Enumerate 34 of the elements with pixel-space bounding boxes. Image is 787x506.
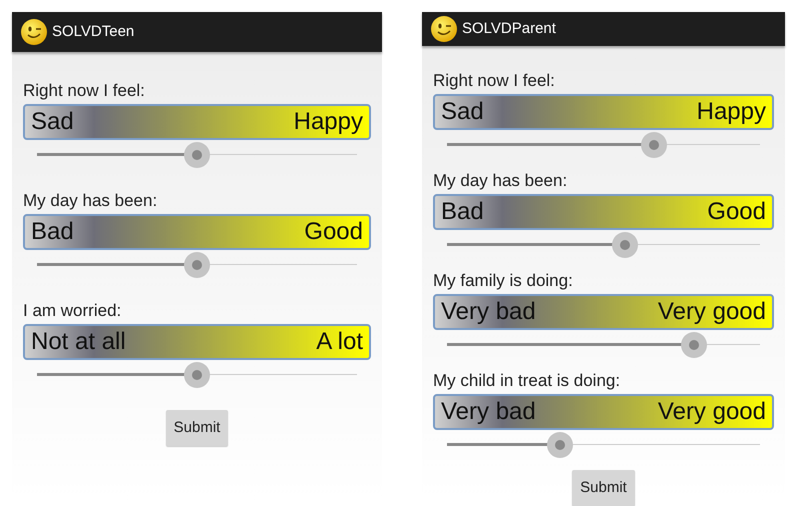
- question-label: My family is doing:: [433, 270, 574, 292]
- scale-low-label: Sad: [31, 107, 74, 137]
- app-title: SOLVDTeen: [52, 22, 134, 42]
- question-label: Right now I feel:: [433, 70, 556, 92]
- question-label: My day has been:: [23, 190, 158, 212]
- question-label: My day has been:: [433, 170, 568, 192]
- scale-low-label: Sad: [441, 97, 484, 127]
- scale-high-label: Good: [707, 197, 766, 227]
- scale-low-label: Bad: [441, 197, 484, 227]
- slider-thumb[interactable]: [184, 252, 210, 278]
- smiley-icon: [430, 15, 458, 43]
- submit-button[interactable]: Submit: [166, 410, 228, 446]
- scale-low-label: Not at all: [31, 327, 126, 357]
- scale-low-label: Very bad: [441, 297, 536, 327]
- slider-thumb[interactable]: [640, 132, 667, 158]
- smiley-icon: [20, 18, 48, 46]
- submit-button[interactable]: Submit: [572, 470, 635, 506]
- scale-high-label: Happy: [294, 107, 363, 137]
- question-label: I am worried:: [23, 300, 122, 322]
- scale-high-label: Very good: [658, 297, 766, 327]
- slider-thumb[interactable]: [184, 142, 210, 168]
- slider-thumb[interactable]: [184, 362, 210, 388]
- question-label: My child in treat is doing:: [433, 370, 622, 392]
- scale-high-label: A lot: [316, 327, 363, 357]
- scale-low-label: Bad: [31, 217, 74, 247]
- app-title: SOLVDParent: [462, 18, 556, 39]
- slider-thumb[interactable]: [546, 432, 573, 458]
- scale-low-label: Very bad: [441, 397, 536, 427]
- scale-high-label: Very good: [658, 397, 766, 427]
- scale-high-label: Good: [304, 217, 363, 247]
- slider-thumb[interactable]: [681, 332, 708, 358]
- slider-thumb[interactable]: [612, 232, 638, 258]
- scale-high-label: Happy: [696, 97, 766, 127]
- question-label: Right now I feel:: [23, 80, 146, 102]
